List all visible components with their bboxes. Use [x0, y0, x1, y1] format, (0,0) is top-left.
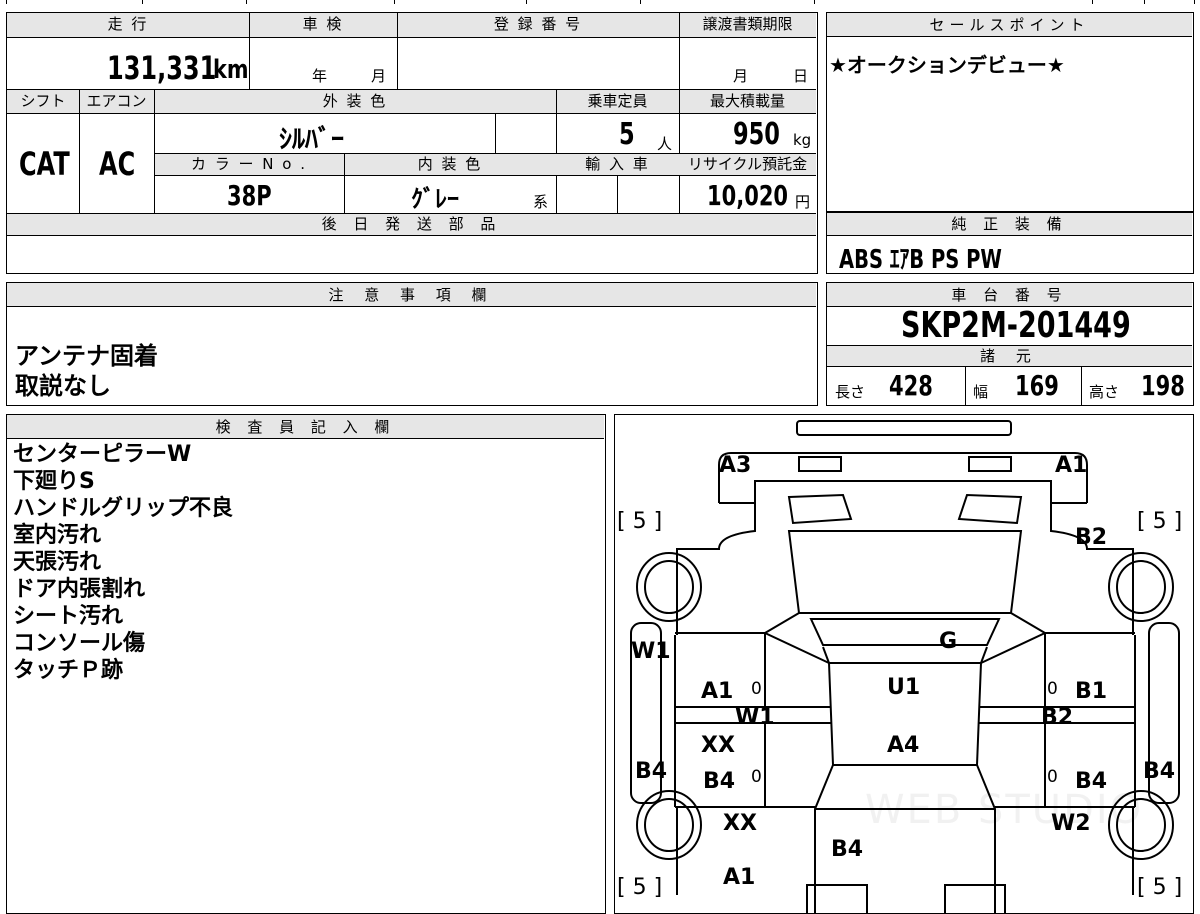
top-cut-row [6, 0, 816, 4]
sales-point-label: セールスポイント [929, 16, 1090, 34]
notes-line: 取説なし [15, 372, 111, 400]
length-label: 長さ [835, 383, 866, 401]
inspector-line: センターピラーW [13, 442, 192, 467]
capacity-label: 乗車定員 [587, 92, 648, 110]
registration-label: 登 録 番 号 [493, 15, 583, 33]
chassis-number: SKP2M-201449 [901, 305, 1131, 346]
color-no-value: 38P [227, 179, 272, 212]
max-load-unit: kg [793, 131, 812, 149]
mark-a1-left: A1 [701, 679, 734, 704]
mark-a1-top: A1 [1055, 453, 1088, 478]
mark-a4: A4 [887, 733, 920, 758]
inspector-line: 天張汚れ [13, 550, 102, 575]
mark-b1-right: B1 [1075, 679, 1108, 704]
inspector-box: 検 査 員 記 入 欄 センターピラーW 下廻りS ハンドルグリップ不良 室内汚… [6, 414, 606, 914]
notes-box: 注 意 事 項 欄 アンテナ固着 取説なし [6, 282, 818, 406]
deadline-month-unit: 月 [733, 67, 749, 85]
interior-color-suffix: 系 [533, 193, 549, 211]
deadline-day-unit: 日 [793, 67, 809, 85]
inspection-month-unit: 月 [371, 67, 387, 85]
mark-b2-right: B2 [1075, 525, 1108, 550]
height-value: 198 [1141, 369, 1185, 402]
sales-point-box: セールスポイント ★オークションデビュー★ [826, 12, 1194, 212]
mileage-unit: km [213, 55, 249, 85]
mark-u1: U1 [887, 675, 921, 700]
mark-zero-1: 0 [751, 679, 762, 699]
vehicle-info-table: 走 行 車 検 登 録 番 号 譲渡書類期限 131,331 km 年 月 月 … [6, 12, 818, 274]
inspector-lines: センターピラーW 下廻りS ハンドルグリップ不良 室内汚れ 天張汚れ ドア内張割… [13, 441, 233, 684]
mark-w1-inner: W1 [735, 705, 775, 730]
mark-w2-right: W2 [1051, 811, 1091, 836]
shift-label: シフト [20, 92, 66, 110]
standard-equipment-label: 純 正 装 備 [951, 215, 1068, 233]
import-label: 輸 入 車 [585, 155, 650, 173]
recycle-label: リサイクル預託金 [687, 155, 808, 173]
mark-zero-3: 0 [1047, 679, 1058, 699]
capacity-unit: 人 [657, 135, 673, 153]
mark-b4-center: B4 [831, 837, 864, 862]
notes-label: 注 意 事 項 欄 [328, 286, 495, 304]
tire-rear-right: [ 5 ] [1137, 875, 1183, 900]
recycle-unit: 円 [795, 193, 811, 211]
mark-xx-upper: XX [701, 733, 735, 758]
car-diagram [630, 420, 1180, 913]
mark-b4-right-outer: B4 [1143, 759, 1176, 784]
mark-b4-right-inner: B4 [1075, 769, 1108, 794]
width-label: 幅 [973, 383, 989, 401]
mark-w1-left: W1 [631, 639, 671, 664]
inspector-line: タッチＰ跡 [13, 658, 124, 683]
later-parts-label: 後 日 発 送 部 品 [321, 215, 502, 233]
inspector-line: ドア内張割れ [13, 577, 146, 602]
mark-b2-inner: B2 [1041, 705, 1074, 730]
interior-color-label: 内 装 色 [417, 155, 483, 173]
transfer-deadline-label: 譲渡書類期限 [702, 15, 793, 33]
inspection-year-unit: 年 [312, 67, 328, 85]
aircon-value: AC [99, 145, 136, 183]
capacity-value: 5 [619, 117, 635, 152]
mileage-label: 走 行 [107, 15, 149, 33]
notes-line: アンテナ固着 [15, 342, 159, 370]
mark-b4-left-inner: B4 [703, 769, 736, 794]
standard-equipment-box: 純 正 装 備 ABS ｴｱB PS PW [826, 212, 1194, 275]
inspector-line: ハンドルグリップ不良 [13, 496, 234, 521]
aircon-label: エアコン [86, 92, 147, 110]
inspector-line: シート汚れ [13, 604, 124, 629]
mark-a3-top: A3 [719, 453, 752, 478]
max-load-value: 950 [733, 117, 780, 152]
height-label: 高さ [1089, 383, 1120, 401]
interior-color-value: ｸﾞﾚｰ [411, 185, 459, 213]
inspector-line: 下廻りS [13, 469, 95, 494]
chassis-box: 車 台 番 号 SKP2M-201449 諸 元 長さ 428 幅 169 高さ… [826, 282, 1194, 406]
notes-lines: アンテナ固着 取説なし [15, 341, 158, 401]
top-right-cut [1092, 0, 1196, 4]
sales-point-text: ★オークションデビュー★ [829, 53, 1065, 77]
mark-a1-bottom: A1 [723, 865, 756, 890]
mark-g: G [939, 629, 958, 654]
car-diagram-box: WEB STUDIO [ 5 ] [ 5 ] [ 5 ] [ 5 ] A3 A1… [614, 414, 1194, 914]
exterior-color-value: ｼﾙﾊﾞｰ [279, 125, 345, 155]
length-value: 428 [889, 369, 933, 402]
mark-zero-4: 0 [1047, 767, 1058, 787]
inspector-label: 検 査 員 記 入 欄 [215, 418, 396, 436]
specs-label: 諸 元 [980, 347, 1039, 365]
standard-equipment-text: ABS ｴｱB PS PW [839, 245, 1002, 275]
color-no-label: カ ラ ー N o . [190, 155, 307, 173]
chassis-label: 車 台 番 号 [951, 286, 1068, 304]
tire-rear-left: [ 5 ] [617, 875, 663, 900]
inspection-label: 車 検 [302, 15, 344, 33]
tire-front-left: [ 5 ] [617, 509, 663, 534]
width-value: 169 [1015, 369, 1059, 402]
inspector-line: 室内汚れ [13, 523, 102, 548]
shift-value: CAT [19, 145, 70, 183]
exterior-color-label: 外 装 色 [322, 92, 388, 110]
tire-front-right: [ 5 ] [1137, 509, 1183, 534]
max-load-label: 最大積載量 [709, 92, 785, 110]
mark-b4-left-outer: B4 [635, 759, 668, 784]
inspector-line: コンソール傷 [13, 631, 146, 656]
mark-zero-2: 0 [751, 767, 762, 787]
mark-xx-lower: XX [723, 811, 757, 836]
